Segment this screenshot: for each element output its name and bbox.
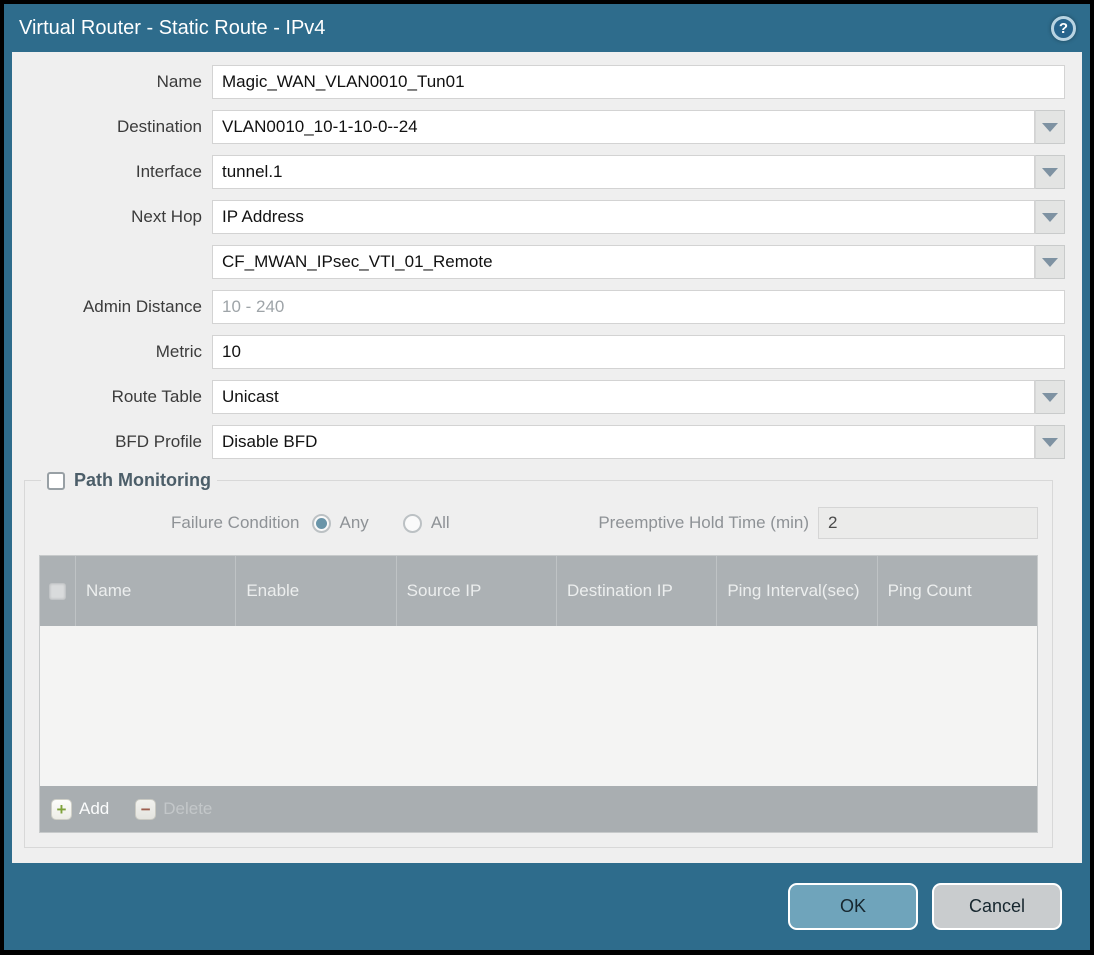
failure-condition-label: Failure Condition	[171, 513, 300, 532]
chevron-down-icon	[1042, 212, 1058, 222]
preemptive-hold-time-input[interactable]	[818, 507, 1038, 539]
form-row-interface: Interface	[12, 155, 1065, 189]
form-row-destination: Destination	[12, 110, 1065, 144]
form-row-next-hop-address	[12, 245, 1065, 279]
bfd-profile-label: BFD Profile	[115, 432, 202, 451]
destination-input[interactable]	[212, 110, 1035, 144]
title-bar: Virtual Router - Static Route - IPv4 ?	[4, 4, 1090, 52]
column-header-name[interactable]: Name	[76, 556, 237, 626]
ok-button[interactable]: OK	[788, 883, 918, 930]
admin-distance-label: Admin Distance	[82, 297, 202, 316]
admin-distance-input[interactable]	[212, 290, 1065, 324]
static-route-dialog: Virtual Router - Static Route - IPv4 ? N…	[4, 4, 1090, 950]
column-header-destination-ip[interactable]: Destination IP	[557, 556, 718, 626]
column-header-source-ip[interactable]: Source IP	[397, 556, 557, 626]
radio-any-icon[interactable]	[311, 513, 331, 533]
cancel-button[interactable]: Cancel	[932, 883, 1062, 930]
interface-dropdown-button[interactable]	[1035, 155, 1065, 189]
delete-button-label: Delete	[163, 799, 213, 818]
form-row-route-table: Route Table	[12, 380, 1065, 414]
next-hop-type-input[interactable]	[212, 200, 1035, 234]
form-row-metric: Metric	[12, 335, 1065, 369]
column-header-ping-count[interactable]: Ping Count	[878, 556, 1037, 626]
next-hop-address-dropdown-button[interactable]	[1035, 245, 1065, 279]
delete-button[interactable]: − Delete	[135, 798, 213, 820]
table-action-bar: + Add − Delete	[40, 786, 1037, 832]
dialog-content: Name Destination Interface Next Hop	[12, 52, 1082, 863]
add-button-label: Add	[79, 799, 110, 818]
dialog-title: Virtual Router - Static Route - IPv4	[19, 16, 326, 39]
preemptive-hold-time-label: Preemptive Hold Time (min)	[598, 513, 809, 532]
destination-label: Destination	[116, 117, 202, 136]
path-monitoring-table: Name Enable Source IP Destination IP Pin…	[39, 555, 1038, 833]
chevron-down-icon	[1042, 392, 1058, 402]
name-input[interactable]	[212, 65, 1065, 99]
route-table-dropdown-button[interactable]	[1035, 380, 1065, 414]
interface-label: Interface	[135, 162, 202, 181]
chevron-down-icon	[1042, 437, 1058, 447]
interface-input[interactable]	[212, 155, 1035, 189]
select-all-checkbox[interactable]	[49, 582, 66, 600]
bfd-profile-dropdown-button[interactable]	[1035, 425, 1065, 459]
bfd-profile-input[interactable]	[212, 425, 1035, 459]
table-header: Name Enable Source IP Destination IP Pin…	[40, 556, 1037, 626]
failure-condition-options: Any All	[311, 513, 450, 533]
form-row-next-hop: Next Hop	[12, 200, 1065, 234]
radio-option-any[interactable]: Any	[311, 513, 369, 533]
destination-dropdown-button[interactable]	[1035, 110, 1065, 144]
radio-option-all[interactable]: All	[402, 513, 450, 533]
radio-all-label: All	[430, 513, 450, 532]
column-header-ping-interval[interactable]: Ping Interval(sec)	[717, 556, 878, 626]
metric-input[interactable]	[212, 335, 1065, 369]
minus-icon: −	[135, 798, 157, 820]
next-hop-dropdown-button[interactable]	[1035, 200, 1065, 234]
metric-label: Metric	[155, 342, 202, 361]
route-table-label: Route Table	[111, 387, 202, 406]
route-table-input[interactable]	[212, 380, 1035, 414]
form-row-name: Name	[12, 65, 1065, 99]
failure-condition-row: Failure Condition Any All Preemptive Hol…	[39, 507, 1038, 539]
path-monitoring-title: Path Monitoring	[74, 470, 211, 490]
help-icon[interactable]: ?	[1051, 15, 1076, 41]
table-body-empty	[40, 626, 1037, 786]
column-header-enable[interactable]: Enable	[236, 556, 397, 626]
select-all-header-cell	[40, 556, 76, 626]
chevron-down-icon	[1042, 257, 1058, 267]
chevron-down-icon	[1042, 122, 1058, 132]
plus-icon: +	[51, 798, 72, 820]
path-monitoring-section: Path Monitoring Failure Condition Any Al…	[24, 470, 1053, 848]
radio-all-icon[interactable]	[402, 513, 422, 533]
chevron-down-icon	[1042, 167, 1058, 177]
path-monitoring-checkbox[interactable]	[47, 471, 65, 490]
radio-any-label: Any	[339, 513, 369, 532]
name-label: Name	[156, 72, 202, 91]
add-button[interactable]: + Add	[51, 798, 110, 820]
path-monitoring-legend: Path Monitoring	[41, 470, 217, 491]
form-row-bfd-profile: BFD Profile	[12, 425, 1065, 459]
next-hop-label: Next Hop	[131, 207, 202, 226]
form-row-admin-distance: Admin Distance	[12, 290, 1065, 324]
next-hop-address-input[interactable]	[212, 245, 1035, 279]
dialog-footer: OK Cancel	[4, 863, 1090, 950]
